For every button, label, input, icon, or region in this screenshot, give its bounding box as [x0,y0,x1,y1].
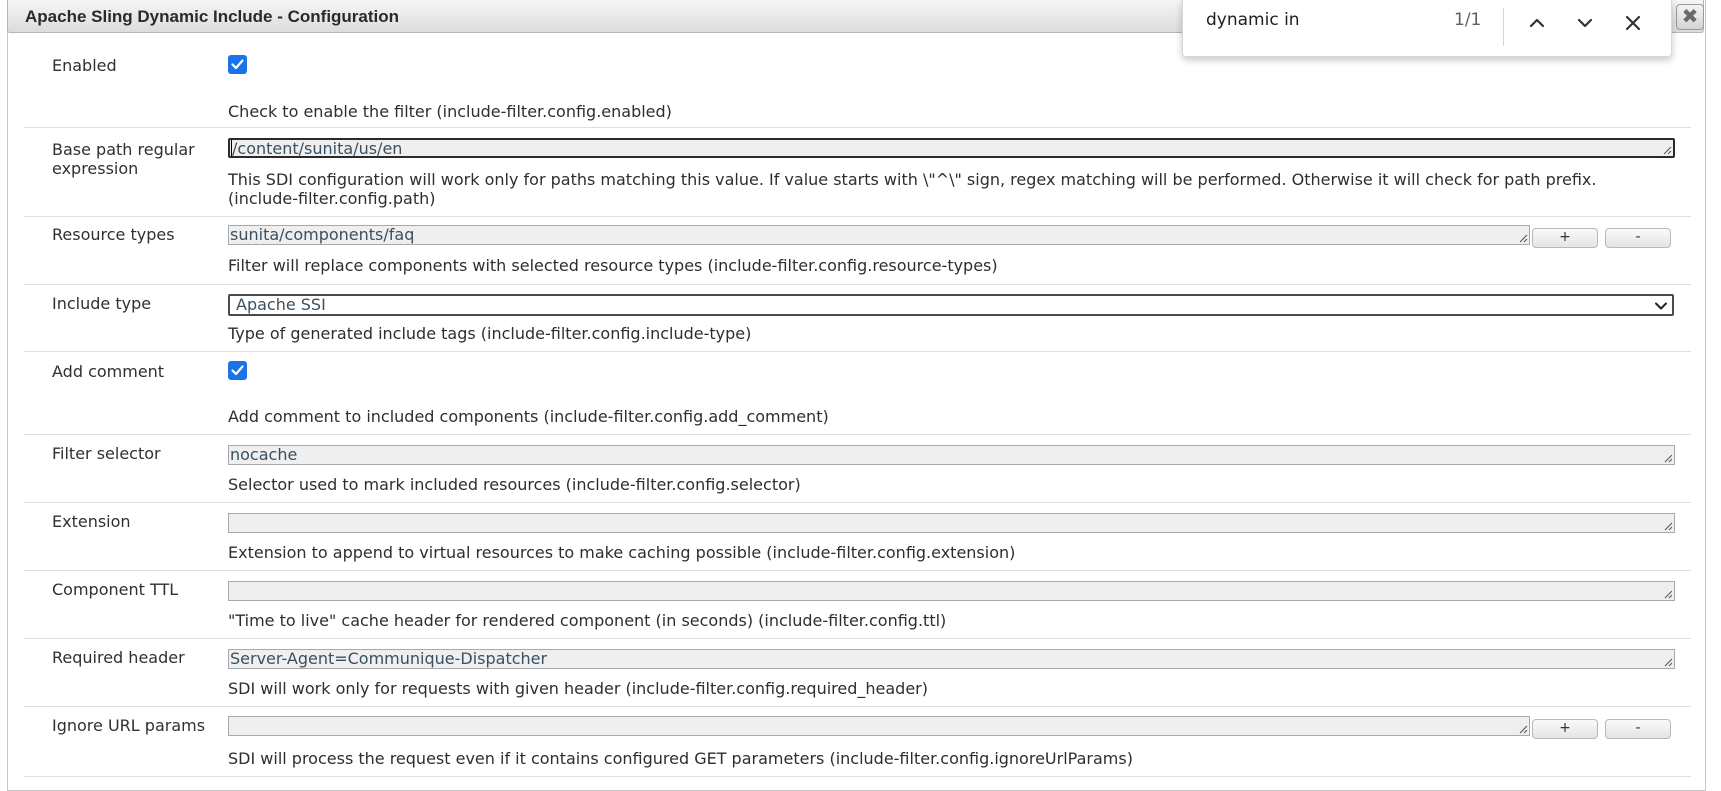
include-type-label: Include type [52,294,152,313]
resize-grip-icon[interactable] [1518,233,1528,243]
find-input[interactable]: dynamic in [1206,10,1300,30]
required-header-value: Server-Agent=Communique-Dispatcher [230,649,548,668]
resource-types-value-part1: sunita [230,225,280,244]
dialog-title: Apache Sling Dynamic Include - Configura… [25,7,400,26]
row-enabled: Enabled Check to enable the filter (incl… [24,33,1691,128]
find-match-count: 1/1 [1454,10,1482,30]
resource-types-input[interactable]: sunita/components/faq [228,225,1530,245]
resource-types-value-part3: faq [388,225,415,244]
component-ttl-description: "Time to live" cache header for rendered… [228,611,947,630]
required-header-label: Required header [52,648,185,667]
filter-selector-input[interactable]: nocache [228,445,1675,465]
resize-grip-icon[interactable] [1518,724,1528,734]
resource-types-value-part2: /components/ [279,225,389,244]
row-component-ttl: Component TTL "Time to live" cache heade… [24,571,1691,639]
component-ttl-input[interactable] [228,581,1675,601]
required-header-description: SDI will work only for requests with giv… [228,679,928,698]
filter-selector-value: nocache [230,445,298,464]
row-ignore-url-params: Ignore URL params + - SDI will process t… [24,707,1691,777]
extension-label: Extension [52,512,131,531]
extension-description: Extension to append to virtual resources… [228,543,1016,562]
base-path-input[interactable]: /content/sunita/us/en [228,138,1675,158]
base-path-description-line1: This SDI configuration will work only fo… [228,170,1597,189]
row-add-comment: Add comment Add comment to included comp… [24,352,1691,435]
enabled-label: Enabled [52,56,117,75]
extension-input[interactable] [228,513,1675,533]
resize-grip-icon[interactable] [1662,145,1672,155]
resize-grip-icon[interactable] [1663,521,1673,531]
row-filter-selector: Filter selector nocache Selector used to… [24,435,1691,503]
include-type-select[interactable]: Apache SSI [228,294,1674,316]
row-required-header: Required header Server-Agent=Communique-… [24,639,1691,707]
ignore-url-params-input[interactable] [228,716,1530,736]
resize-grip-icon[interactable] [1663,657,1673,667]
base-path-label: Base path regular expression [52,140,195,178]
resource-types-description: Filter will replace components with sele… [228,256,998,275]
include-type-selected-value: Apache SSI [236,295,326,314]
ignore-url-params-label: Ignore URL params [52,716,206,735]
required-header-input[interactable]: Server-Agent=Communique-Dispatcher [228,649,1675,669]
include-type-description: Type of generated include tags (include-… [228,324,752,343]
dialog-close-button[interactable]: ✖ [1676,4,1704,30]
resource-types-label: Resource types [52,225,175,244]
enabled-description: Check to enable the filter (include-filt… [228,102,672,121]
component-ttl-label: Component TTL [52,580,179,599]
row-extension: Extension Extension to append to virtual… [24,503,1691,571]
add-comment-label: Add comment [52,362,165,381]
chevron-down-icon [1655,302,1667,310]
resize-grip-icon[interactable] [1663,589,1673,599]
resource-types-remove-button[interactable]: - [1605,228,1671,248]
add-comment-description: Add comment to included components (incl… [228,407,829,426]
base-path-description-line2: (include-filter.config.path) [228,189,436,208]
resource-types-add-button[interactable]: + [1532,228,1598,248]
row-base-path: Base path regular expression /content/su… [24,128,1691,217]
filter-selector-description: Selector used to mark included resources… [228,475,801,494]
base-path-value-prefix: /content/ [232,139,305,158]
ignore-url-params-add-button[interactable]: + [1532,719,1598,739]
ignore-url-params-description: SDI will process the request even if it … [228,749,1133,768]
resize-grip-icon[interactable] [1663,453,1673,463]
base-path-value-misspelled: sunita [304,139,354,158]
ignore-url-params-remove-button[interactable]: - [1605,719,1671,739]
filter-selector-label: Filter selector [52,444,161,463]
enabled-checkbox[interactable] [228,55,247,74]
add-comment-checkbox[interactable] [228,361,247,380]
row-resource-types: Resource types sunita/components/faq + -… [24,217,1691,285]
row-include-type: Include type Apache SSI Type of generate… [24,285,1691,352]
base-path-value-suffix: /us/en [353,139,403,158]
